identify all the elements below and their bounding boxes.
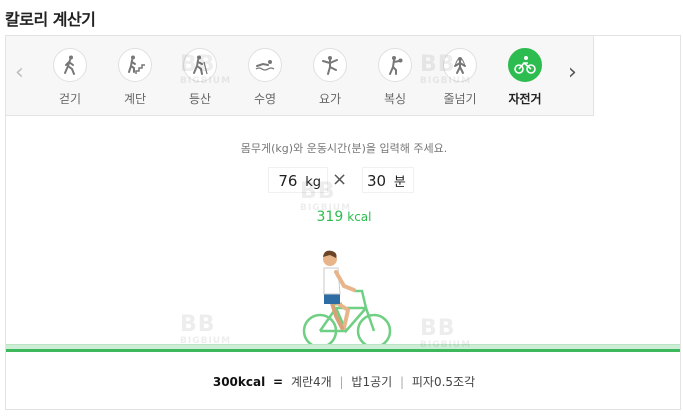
tab-label: 자전거 [508,92,542,106]
time-unit: 분 [393,175,406,190]
tab-stairs[interactable]: 계단 [105,48,165,107]
prev-arrow-icon[interactable]: ‹ [15,62,24,84]
walking-icon [53,48,87,82]
swimming-icon [248,48,282,82]
equivalence-separator: | [339,375,344,389]
calorie-equivalence: 300kcal = 계란4개 | 밥1공기 | 피자0.5조각 [6,373,680,390]
tab-label: 복싱 [383,92,407,106]
equivalence-base: 300kcal [212,375,266,389]
tab-yoga[interactable]: 요가 [300,48,360,107]
watermark: BB BIGBIUM [180,312,232,347]
ground-line [6,349,680,352]
watermark: BB BIGBIUM [420,52,472,87]
equivalence-item: 밥1공기 [351,375,393,389]
tab-label: 걷기 [58,92,82,106]
equivalence-separator: | [400,375,405,389]
bicycle-icon [508,48,542,82]
exercise-tab-bar: ‹ 걷기 계단 등산 수영 요가 복싱 줄넘기 자전거 › [6,36,594,116]
tab-boxing[interactable]: 복싱 [365,48,425,107]
tab-label: 계단 [123,92,147,106]
equivalence-equals: = [273,375,284,389]
equivalence-item: 계란4개 [290,375,332,389]
boxing-icon [378,48,412,82]
time-value: 30 [367,172,387,190]
watermark: BB BIGBIUM [300,179,352,214]
watermark: BB BIGBIUM [180,52,232,87]
time-input[interactable]: 30 분 [362,167,414,193]
instruction-text: 몸무게(kg)와 운동시간(분)을 입력해 주세요. [240,142,448,155]
tab-label: 수영 [253,92,277,106]
tab-label: 요가 [318,92,342,106]
equivalence-item: 피자0.5조각 [411,375,476,389]
tab-label: 줄넘기 [443,92,477,106]
cyclist-illustration [302,250,392,349]
watermark: BB BIGBIUM [420,316,472,351]
weight-value: 76 [278,172,298,190]
yoga-icon [313,48,347,82]
tab-label: 등산 [188,92,212,106]
tab-walking[interactable]: 걷기 [40,48,100,107]
tab-bicycle[interactable]: 자전거 [495,48,555,107]
stairs-icon [118,48,152,82]
page-title: 칼로리 계산기 [5,10,96,29]
next-arrow-icon[interactable]: › [568,62,577,84]
calculator-card: ‹ 걷기 계단 등산 수영 요가 복싱 줄넘기 자전거 › 몸무게(kg)와 운… [5,35,681,410]
tab-swimming[interactable]: 수영 [235,48,295,107]
